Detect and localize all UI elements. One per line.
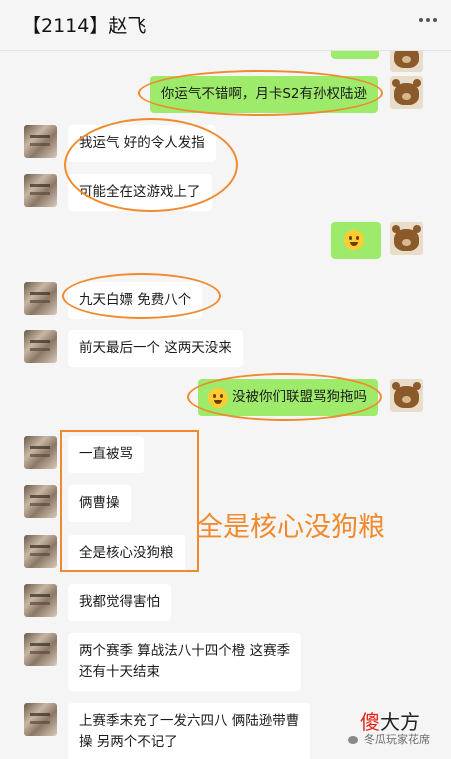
message-bubble-outgoing [331,222,381,259]
highlight-oval [64,118,238,212]
contact-avatar[interactable] [24,436,57,469]
message-text-line: 还有十天结束 [79,664,160,680]
annotation-text: 全是核心没狗粮 [196,512,385,543]
my-avatar[interactable] [390,222,423,255]
message-text-line: 操 另两个不记了 [79,734,178,750]
my-avatar[interactable] [390,76,423,109]
message-bubble-incoming: 上赛季末充了一发六四八 俩陆逊带曹 操 另两个不记了 [68,703,311,759]
highlight-rectangle [60,430,199,572]
contact-avatar[interactable] [24,535,57,568]
watermark-text: 冬瓜玩家花席 [364,733,430,746]
message-text: 我都觉得害怕 [79,594,160,610]
highlight-oval [187,373,382,421]
watermark: 冬瓜玩家花席 [348,731,430,747]
contact-avatar[interactable] [24,485,57,518]
highlight-oval [138,70,383,116]
message-bubble-outgoing [331,51,379,59]
my-avatar[interactable] [390,51,423,72]
message-bubble-incoming: 我都觉得害怕 [68,584,171,621]
contact-avatar[interactable] [24,174,57,207]
contact-avatar[interactable] [24,282,57,315]
message-bubble-incoming: 前天最后一个 这两天没来 [68,330,243,367]
laugh-cry-emoji [344,230,364,250]
contact-avatar[interactable] [24,584,57,617]
message-text-line: 两个赛季 算战法八十四个橙 这赛季 [79,643,291,659]
contact-avatar[interactable] [24,633,57,666]
message-bubble-incoming: 两个赛季 算战法八十四个橙 这赛季 还有十天结束 [68,633,302,691]
wechat-icon [348,736,358,744]
message-text-line: 上赛季末充了一发六四八 俩陆逊带曹 [79,713,300,729]
message-text: 前天最后一个 这两天没来 [79,340,232,356]
highlight-oval [62,273,221,319]
more-dots-icon[interactable] [419,18,437,24]
contact-avatar[interactable] [24,125,57,158]
chat-title: 【2114】赵飞 [22,15,147,37]
contact-avatar[interactable] [24,703,57,736]
contact-avatar[interactable] [24,330,57,363]
message-list[interactable]: 你运气不错啊，月卡S2有孙权陆逊 我运气 好的令人发指 可能全在这游戏上了 九天… [0,51,451,759]
my-avatar[interactable] [390,379,423,412]
chat-header: 【2114】赵飞 [0,0,451,51]
